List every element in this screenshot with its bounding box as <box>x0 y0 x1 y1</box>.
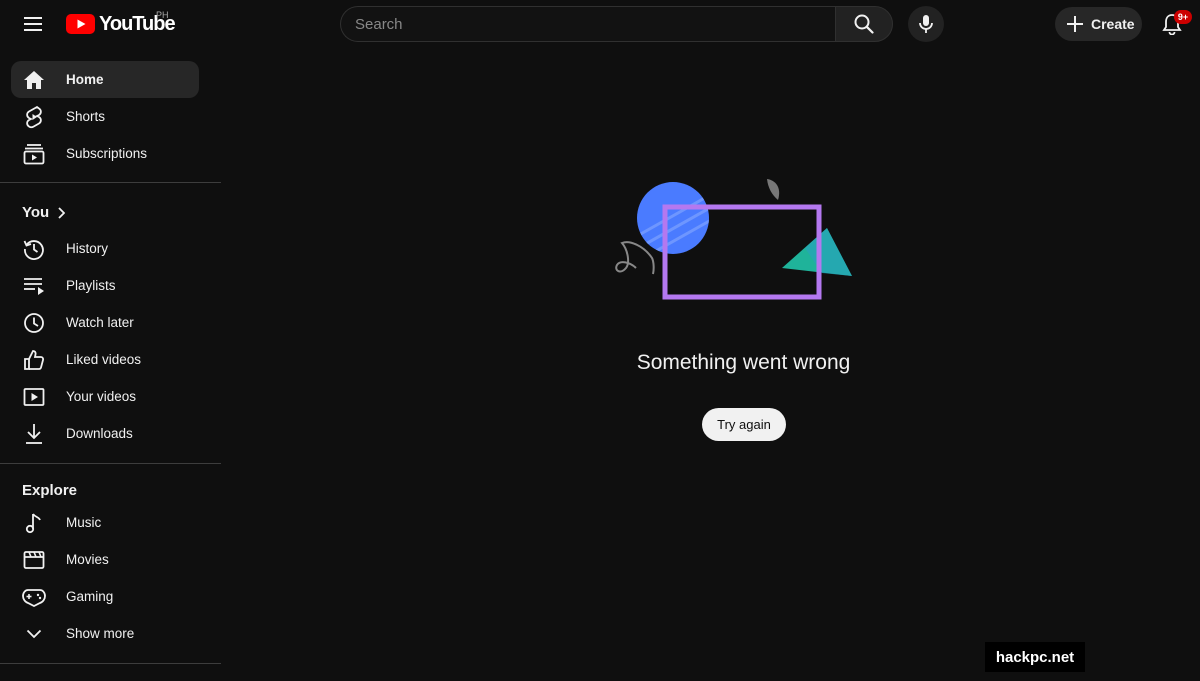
sidebar-item-history[interactable]: History <box>11 230 199 267</box>
create-label: Create <box>1091 16 1135 32</box>
sidebar-item-movies[interactable]: Movies <box>11 541 199 578</box>
sidebar-divider <box>0 663 221 664</box>
music-note-icon <box>22 511 46 535</box>
chevron-down-icon <box>22 622 46 646</box>
country-code: PH <box>156 10 169 20</box>
sidebar-item-shorts[interactable]: Shorts <box>11 98 199 135</box>
search-bar <box>340 6 893 42</box>
sidebar-divider <box>0 182 221 183</box>
try-again-button[interactable]: Try again <box>702 408 786 441</box>
download-icon <box>22 422 46 446</box>
explore-heading: Explore <box>22 482 77 499</box>
sidebar-item-label: Movies <box>66 552 109 567</box>
chevron-right-icon <box>58 206 66 219</box>
sidebar-item-label: Home <box>66 72 104 87</box>
history-icon <box>22 237 46 261</box>
sidebar-item-liked-videos[interactable]: Liked videos <box>11 341 199 378</box>
sidebar-item-home[interactable]: Home <box>11 61 199 98</box>
sidebar-item-your-videos[interactable]: Your videos <box>11 378 199 415</box>
sidebar-item-show-more[interactable]: Show more <box>11 615 199 652</box>
you-heading: You <box>22 204 50 221</box>
video-icon <box>22 385 46 409</box>
sidebar-item-music[interactable]: Music <box>11 504 199 541</box>
playlists-icon <box>22 274 46 298</box>
search-icon <box>854 14 874 34</box>
thumbs-up-icon <box>22 348 46 372</box>
clock-icon <box>22 311 46 335</box>
youtube-play-icon <box>66 14 95 34</box>
sidebar-item-label: Music <box>66 515 102 530</box>
sidebar-item-label: History <box>66 241 109 256</box>
sidebar-item-label: Your videos <box>66 389 137 404</box>
sidebar-divider <box>0 463 221 464</box>
error-message: Something went wrong <box>636 351 851 374</box>
sidebar-item-label: Watch later <box>66 315 134 330</box>
sidebar-item-label: Shorts <box>66 109 106 124</box>
sidebar-item-label: Show more <box>66 626 135 641</box>
sidebar-item-playlists[interactable]: Playlists <box>11 267 199 304</box>
top-bar: YouTube PH Create 9+ <box>0 0 1200 48</box>
sidebar-item-label: Liked videos <box>66 352 142 367</box>
sidebar-item-label: Gaming <box>66 589 114 604</box>
sidebar-item-watch-later[interactable]: Watch later <box>11 304 199 341</box>
sidebar-item-label: Subscriptions <box>66 146 148 161</box>
movies-icon <box>22 548 46 572</box>
microphone-icon <box>919 15 933 33</box>
explore-heading-label: Explore <box>22 482 78 499</box>
menu-icon[interactable] <box>18 9 48 39</box>
search-button[interactable] <box>835 6 893 42</box>
sidebar-item-label: Downloads <box>66 426 133 441</box>
gaming-icon <box>22 585 46 609</box>
home-icon <box>22 68 46 92</box>
voice-search-button[interactable] <box>908 6 944 42</box>
sidebar: Home Shorts Subscriptions You History Pl… <box>0 56 222 681</box>
sidebar-item-downloads[interactable]: Downloads <box>11 415 199 452</box>
watermark-text: hackpc.net <box>985 642 1085 672</box>
create-button[interactable]: Create <box>1055 7 1142 41</box>
sidebar-item-subscriptions[interactable]: Subscriptions <box>11 135 199 172</box>
you-section-link[interactable]: You <box>22 204 66 221</box>
shorts-icon <box>22 105 46 129</box>
subscriptions-icon <box>22 142 46 166</box>
error-illustration <box>600 170 870 310</box>
sidebar-item-gaming[interactable]: Gaming <box>11 578 199 615</box>
notification-badge: 9+ <box>1174 10 1192 24</box>
search-input[interactable] <box>340 6 835 42</box>
sidebar-item-label: Playlists <box>66 278 116 293</box>
plus-icon <box>1067 16 1083 32</box>
